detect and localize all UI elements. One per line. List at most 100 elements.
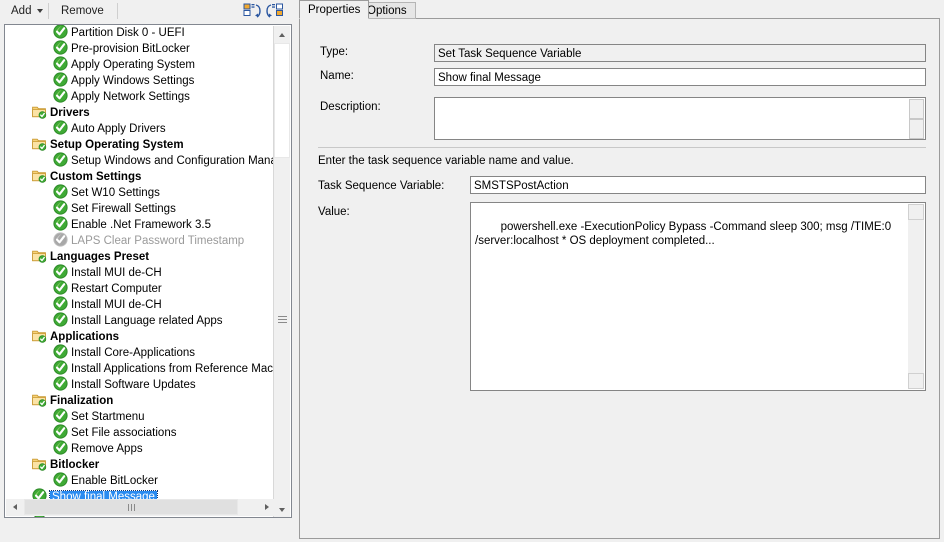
tree-step-row[interactable]: Install MUI de-CH [5,264,275,281]
properties-pane: Properties Options Type: Set Task Sequen… [297,0,944,542]
tree-step-row[interactable]: Set Startmenu [5,408,275,425]
tree-group-row[interactable]: Applications [5,329,275,345]
value-scrollbar[interactable] [908,204,924,389]
tree-step-row[interactable]: Set File associations [5,424,275,441]
tree-group-row[interactable]: Bitlocker [5,457,275,473]
tree-row-label: Enable .Net Framework 3.5 [71,219,211,231]
expand-all-icon[interactable] [265,3,284,20]
green-check-icon [53,200,68,216]
tree-row-label: Finalization [50,395,114,407]
tree-step-row[interactable]: Enable .Net Framework 3.5 [5,216,275,233]
green-check-icon [53,424,68,440]
description-scrollbar[interactable] [909,99,924,139]
tree-step-row[interactable]: Install MUI de-CH [5,296,275,313]
folder-icon [32,104,47,120]
tree-group-row[interactable]: Drivers [5,105,275,121]
green-check-icon [53,472,68,488]
tree-group-row[interactable]: Custom Settings [5,169,275,185]
tree-step-row[interactable]: Apply Operating System [5,56,275,73]
value-input[interactable]: powershell.exe -ExecutionPolicy Bypass -… [470,202,926,391]
description-input[interactable] [434,97,926,140]
collapse-all-icon[interactable] [243,3,262,20]
folder-icon [32,456,47,472]
green-check-icon [53,376,68,392]
scroll-down-button[interactable] [274,501,290,517]
toolbar-separator [117,3,118,19]
value-text: powershell.exe -ExecutionPolicy Bypass -… [475,221,892,247]
remove-button[interactable]: Remove [54,2,111,20]
tree-row-label: Languages Preset [50,251,150,263]
tree-row-label: Apply Windows Settings [71,75,195,87]
tree-row-label: Enable BitLocker [71,475,158,487]
tree-toolbar: Add Remove [0,0,295,22]
tab-properties[interactable]: Properties [299,0,370,19]
tree-row-label: Partition Disk 0 - UEFI [71,27,185,39]
task-sequence-tree[interactable]: Partition Disk 0 - UEFI Pre-provision Bit… [4,24,292,518]
tab-options-label: Options [367,5,407,17]
tree-vertical-scrollbar[interactable] [273,26,290,517]
section-divider [318,147,926,148]
tree-step-row[interactable]: Auto Apply Drivers [5,120,275,137]
tree-row-label: Restart Computer [71,283,162,295]
tree-step-row[interactable]: Install Software Updates [5,376,275,393]
scroll-down-button[interactable] [908,373,924,389]
task-sequence-variable-input[interactable]: SMSTSPostAction [470,176,926,194]
tree-row-label: Install MUI de-CH [71,299,162,311]
tree-group-row[interactable]: Finalization [5,393,275,409]
tree-step-row[interactable]: Set Firewall Settings [5,200,275,217]
tree-row-label: Apply Operating System [71,59,196,71]
tree-row-label: Install Applications from Reference Mach… [71,363,275,375]
add-button[interactable]: Add [4,2,50,20]
green-check-icon [53,296,68,312]
hint-text: Enter the task sequence variable name an… [318,155,574,167]
tree-row-label: Applications [50,331,120,343]
tree-group-row[interactable]: Languages Preset [5,249,275,265]
tree-step-row[interactable]: Remove Apps [5,440,275,457]
chevron-left-icon [12,504,17,510]
scroll-down-button[interactable] [909,119,924,139]
green-check-icon [53,312,68,328]
tree-step-row[interactable]: Apply Network Settings [5,88,275,105]
green-check-icon [53,360,68,376]
green-check-icon [53,120,68,136]
tree-step-row[interactable]: Partition Disk 0 - UEFI [5,25,275,41]
tree-step-row[interactable]: Install Applications from Reference Mach… [5,360,275,377]
scroll-up-button[interactable] [274,26,290,43]
folder-icon [32,248,47,264]
folder-icon [32,392,47,408]
scroll-right-button[interactable] [258,499,275,515]
tree-row-label: Pre-provision BitLocker [71,43,190,55]
chevron-right-icon [264,504,269,510]
tree-horizontal-scrollbar[interactable] [6,499,275,516]
tree-row-label: Drivers [50,107,90,119]
tree-step-row[interactable]: Install Language related Apps [5,312,275,329]
tree-step-row[interactable]: Install Core-Applications [5,344,275,361]
name-input[interactable]: Show final Message [434,68,926,86]
scroll-up-button[interactable] [908,204,924,220]
tree-step-row[interactable]: Pre-provision BitLocker [5,40,275,57]
tree-group-row[interactable]: Setup Operating System [5,137,275,153]
tree-row-label: Install MUI de-CH [71,267,162,279]
hscrollbar-thumb[interactable] [24,499,238,515]
chevron-down-icon [279,507,285,512]
tree-step-row[interactable]: Setup Windows and Configuration Manage [5,152,275,169]
task-sequence-variable-label: Task Sequence Variable: [318,180,445,192]
green-check-icon [53,40,68,56]
type-label: Type: [320,46,349,58]
tree-step-row[interactable]: Set W10 Settings [5,184,275,201]
tree-row-label: Apply Network Settings [71,91,190,103]
green-check-icon [53,440,68,456]
tree-step-row[interactable]: Enable BitLocker [5,472,275,489]
tree-step-row[interactable]: Restart Computer [5,280,275,297]
folder-icon [32,136,47,152]
scrollbar-thumb[interactable] [274,43,290,158]
tree-step-row[interactable]: Apply Windows Settings [5,72,275,89]
tree-row-label: Install Software Updates [71,379,196,391]
scrollbar-grip-icon [278,316,287,325]
tree-step-row[interactable]: LAPS Clear Password Timestamp [5,232,275,249]
tree-row-label: Remove Apps [71,443,143,455]
scroll-left-button[interactable] [6,499,23,515]
green-check-icon [53,25,68,40]
scroll-up-button[interactable] [909,99,924,119]
task-sequence-tree-pane: Add Remove Partition Disk 0 - UEFI Pre-p… [0,0,295,542]
